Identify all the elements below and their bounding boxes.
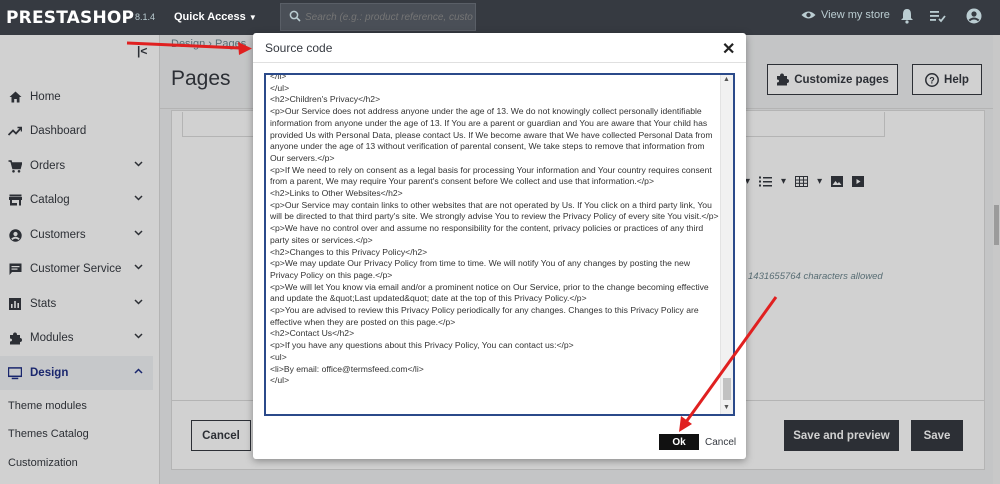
code-line: <p>We may update Our Privacy Policy from…: [270, 258, 691, 280]
code-line: <p>We have no control over and assume no…: [270, 223, 704, 245]
code-line: <li>By email: office@termsfeed.com</li>: [270, 363, 424, 374]
source-code-dialog: Source code ✕ </li> </ul> <h2>Children's…: [253, 33, 746, 459]
quick-access-menu[interactable]: Quick Access ▼: [174, 11, 257, 23]
dialog-cancel-button[interactable]: Cancel: [705, 437, 736, 448]
code-line: <p>You are advised to review this Privac…: [270, 305, 699, 327]
eye-icon: [801, 11, 816, 19]
code-scroll-thumb[interactable]: [723, 378, 731, 400]
view-store-link[interactable]: View my store: [801, 9, 890, 21]
code-line: <h2>Contact Us</h2>: [270, 328, 355, 339]
source-code-textarea[interactable]: </li> </ul> <h2>Children's Privacy</h2> …: [264, 73, 735, 416]
code-line: </ul>: [270, 82, 290, 93]
search-input[interactable]: [305, 9, 473, 25]
code-line: <p>Our Service may contain links to othe…: [270, 199, 719, 222]
top-bar: PRESTASHOP 8.1.4 Quick Access ▼ View my …: [0, 0, 1000, 35]
search-box[interactable]: [280, 3, 476, 31]
dialog-title: Source code: [265, 41, 333, 55]
quick-access-label: Quick Access: [174, 11, 246, 23]
scroll-up-icon[interactable]: ▲: [723, 76, 730, 83]
code-line: <ul>: [270, 351, 287, 362]
code-line: <p>We will let You know via email and/or…: [270, 281, 709, 304]
source-code-content: </li> </ul> <h2>Children's Privacy</h2> …: [270, 73, 720, 387]
dialog-divider: [253, 62, 746, 63]
account-icon[interactable]: [966, 8, 982, 24]
bell-icon[interactable]: [900, 8, 914, 24]
code-line: <p>Our Service does not address anyone u…: [270, 106, 713, 163]
view-store-label: View my store: [821, 9, 890, 21]
prestashop-logo[interactable]: PRESTASHOP: [6, 8, 134, 28]
search-icon: [289, 10, 301, 22]
code-line: <h2>Children's Privacy</h2>: [270, 94, 381, 105]
code-line: <p>If We need to rely on consent as a le…: [270, 164, 712, 187]
code-line: </ul>: [270, 375, 290, 386]
code-line: <h2>Changes to this Privacy Policy</h2>: [270, 246, 428, 257]
caret-down-icon: ▼: [248, 13, 257, 22]
close-icon[interactable]: ✕: [722, 39, 735, 59]
ok-button[interactable]: Ok: [659, 434, 699, 450]
code-line: </li>: [270, 73, 287, 81]
code-line: <p>If you have any questions about this …: [270, 340, 574, 351]
ok-button-label: Ok: [672, 436, 686, 448]
scroll-down-icon[interactable]: ▼: [723, 404, 730, 411]
code-scrollbar[interactable]: ▲ ▼: [720, 75, 733, 414]
list-check-icon[interactable]: [930, 10, 946, 23]
code-line: <h2>Links to Other Websites</h2>: [270, 188, 403, 199]
version-label: 8.1.4: [135, 12, 156, 22]
